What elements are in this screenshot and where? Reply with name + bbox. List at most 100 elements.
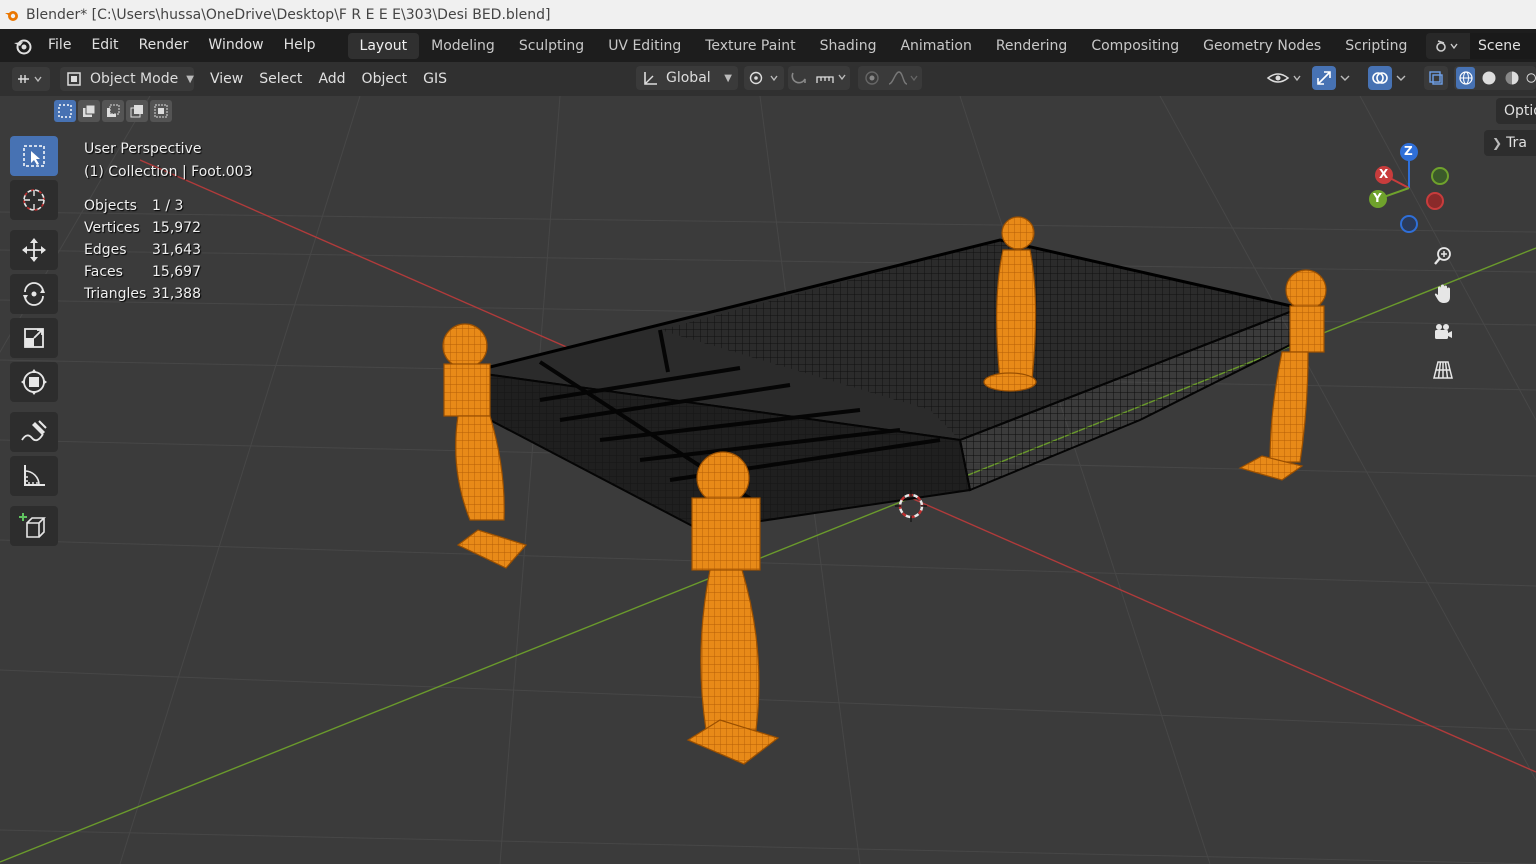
add-cube-icon [19,513,46,538]
xray-icon [1429,71,1443,85]
zoom-icon [1434,247,1451,265]
top-bar: File Edit Render Window Help Layout Mode… [0,29,1536,62]
tab-geometry-nodes[interactable]: Geometry Nodes [1191,33,1333,59]
orientation-label: Global [666,70,711,86]
blender-menu-icon[interactable] [8,31,38,61]
tab-uv-editing[interactable]: UV Editing [596,33,693,59]
tab-rendering[interactable]: Rendering [984,33,1080,59]
gizmo-z-label: Z [1404,144,1413,158]
pan-button[interactable] [1427,278,1459,310]
proportional-editing[interactable] [858,66,922,90]
tab-scripting[interactable]: Scripting [1333,33,1419,59]
add-cube-tool[interactable] [10,506,58,546]
menu-edit[interactable]: Edit [81,29,128,62]
scale-tool[interactable] [10,318,58,358]
move-tool[interactable] [10,230,58,270]
solid-shading-icon[interactable] [1479,67,1498,89]
menu-render[interactable]: Render [129,29,199,62]
editor-type-icon [18,75,42,83]
xray-toggle[interactable] [1424,66,1448,90]
snap-controls[interactable] [788,66,850,90]
zoom-button[interactable] [1427,240,1459,272]
stat-vertices: Vertices 15,972 [84,220,201,236]
toggle-perspective-button[interactable] [1427,354,1459,386]
chevron-right-icon: ❯ [1492,136,1503,150]
camera-icon [1435,324,1452,339]
measure-tool[interactable] [10,456,58,496]
transform-orientation-dropdown[interactable]: Global ▼ [636,66,738,90]
move-icon [22,238,46,262]
rotate-icon [23,282,45,306]
chevron-down-icon [1340,75,1350,81]
proportional-edit-icon [865,71,918,85]
tab-shading[interactable]: Shading [808,33,889,59]
hand-icon [1434,284,1450,303]
annotate-tool[interactable] [10,412,58,452]
tab-sculpting[interactable]: Sculpting [507,33,596,59]
3d-viewport[interactable]: Z X Y User Perspective (1) Collection | … [0,96,1536,864]
measure-icon [24,465,45,486]
mode-label: Object Mode [90,71,179,87]
transform-panel-tab[interactable]: ❯ Tra [1484,130,1536,156]
scene-icon[interactable] [1426,32,1470,59]
scene-name[interactable]: Scene [1470,32,1536,59]
tab-modeling[interactable]: Modeling [419,33,507,59]
menu-add[interactable]: Add [310,71,353,87]
grid-perspective-icon [1433,361,1453,379]
select-subtract-icon[interactable] [102,100,124,122]
menu-select[interactable]: Select [251,71,310,87]
overlays-icon [1368,66,1392,90]
window-title: Blender* [C:\Users\hussa\OneDrive\Deskto… [26,6,551,23]
camera-view-button[interactable] [1427,316,1459,348]
selection-modes [54,100,172,122]
rotate-tool[interactable] [10,274,58,314]
select-new-icon[interactable] [54,100,76,122]
tool-shelf [10,136,62,550]
tab-layout[interactable]: Layout [347,32,420,59]
tab-animation[interactable]: Animation [888,33,983,59]
scale-icon [24,328,44,348]
tab-texture-paint[interactable]: Texture Paint [693,33,807,59]
editor-type-button[interactable] [12,67,50,91]
overlays-toggle[interactable] [1366,66,1412,90]
cursor-icon [23,189,45,211]
tab-compositing[interactable]: Compositing [1079,33,1191,59]
pivot-icon [749,71,778,85]
menu-file[interactable]: File [38,29,81,62]
workspace-tabs: Layout Modeling Sculpting UV Editing Tex… [347,32,1451,59]
visibility-dropdown[interactable] [1264,66,1306,90]
scene-selector[interactable]: Scene [1426,32,1536,59]
bed-mesh [468,238,1304,532]
material-shading-icon[interactable] [1502,67,1521,89]
menu-gis[interactable]: GIS [415,71,455,87]
rendered-shading-icon[interactable] [1526,67,1536,89]
select-box-tool[interactable] [10,136,58,176]
options-tab[interactable]: Optio [1496,98,1536,124]
menu-help[interactable]: Help [274,29,326,62]
snap-icon [791,72,846,84]
header-menus: View Select Add Object GIS [202,71,455,87]
select-intersect-icon[interactable] [150,100,172,122]
title-bar: Blender* [C:\Users\hussa\OneDrive\Deskto… [0,0,1536,29]
stat-triangles: Triangles 31,388 [84,286,201,302]
menu-window[interactable]: Window [198,29,273,62]
select-extend-icon[interactable] [78,100,100,122]
transform-tool[interactable] [10,362,58,402]
menu-object[interactable]: Object [354,71,416,87]
select-box-icon [23,145,45,167]
shading-modes [1454,66,1536,90]
collection-label: (1) Collection | Foot.003 [84,164,253,180]
cursor-tool[interactable] [10,180,58,220]
chevron-down-icon [1396,75,1406,81]
object-mode-icon [67,72,81,86]
select-invert-icon[interactable] [126,100,148,122]
menu-view[interactable]: View [202,71,251,87]
mode-dropdown[interactable]: Object Mode ▼ [60,67,194,91]
viewport-info: User Perspective (1) Collection | Foot.0… [84,138,253,184]
wireframe-shading-icon[interactable] [1456,67,1476,89]
stat-faces: Faces 15,697 [84,264,201,280]
gizmo-x-label: X [1379,167,1389,181]
scene-statistics: Objects 1 / 3 Vertices 15,972 Edges 31,6… [84,195,201,305]
pivot-point-dropdown[interactable] [744,66,784,90]
gizmo-toggle[interactable] [1310,66,1356,90]
